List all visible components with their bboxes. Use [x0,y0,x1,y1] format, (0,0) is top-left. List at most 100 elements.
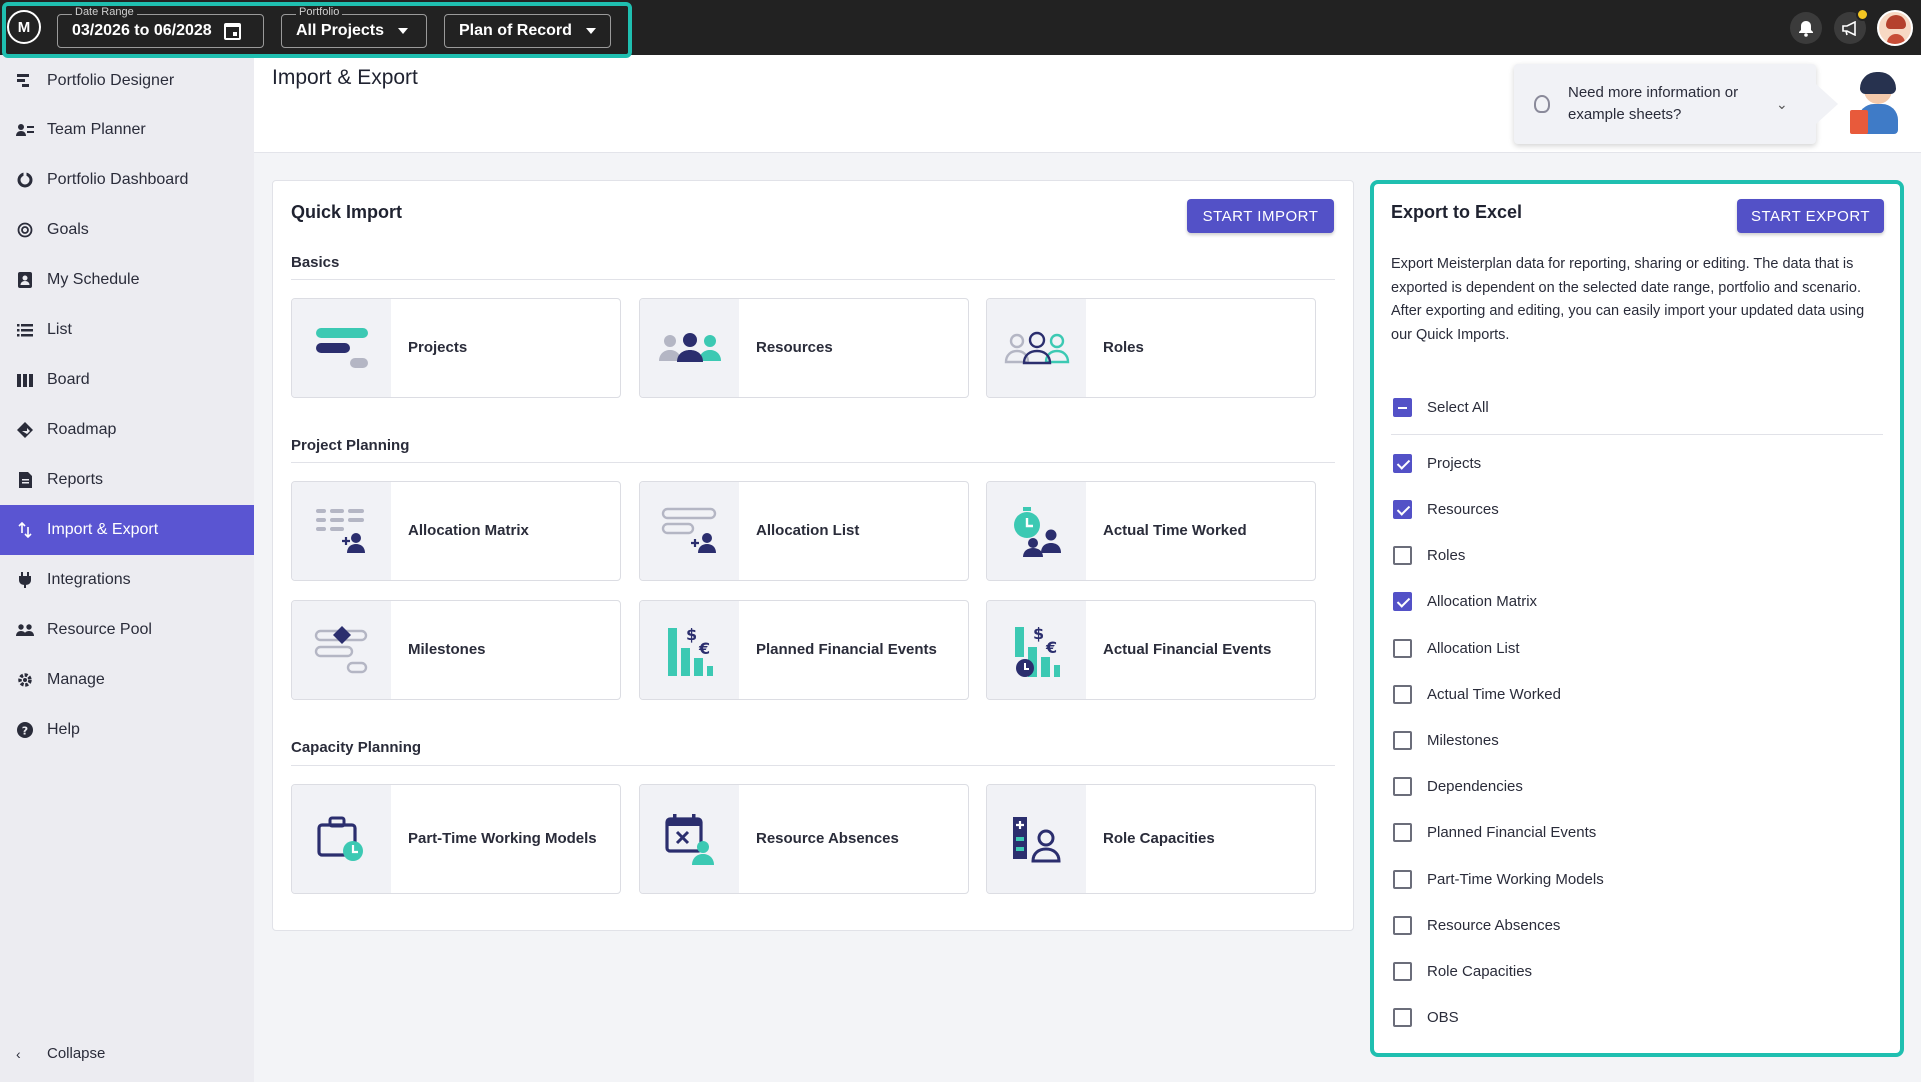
integrations-icon [16,571,34,589]
start-export-button[interactable]: START EXPORT [1737,199,1884,233]
checkbox[interactable] [1393,1007,1412,1027]
export-option-allocation-list[interactable]: Allocation List [1393,636,1520,660]
sidebar-item-manage[interactable]: Manage [0,655,254,705]
checkbox[interactable] [1393,684,1412,704]
sidebar: Portfolio Designer Team Planner Portfoli… [0,55,254,1082]
svg-text:€: € [1045,638,1057,657]
section-label-capacity-planning: Capacity Planning [291,739,422,756]
checkbox[interactable] [1393,961,1412,981]
chevron-down-icon[interactable]: ⌄ [1776,96,1788,113]
tile-label: Actual Financial Events [1103,641,1272,658]
svg-text:€: € [698,639,710,658]
sidebar-item-list[interactable]: List [0,305,254,355]
sidebar-item-label: Goals [47,221,89,238]
bell-icon[interactable] [1790,12,1822,44]
collapse-button[interactable]: ‹ Collapse [16,1045,105,1062]
export-option-actual-time-worked[interactable]: Actual Time Worked [1393,682,1561,706]
divider [1391,434,1883,435]
sidebar-item-goals[interactable]: Goals [0,205,254,255]
sidebar-item-resource-pool[interactable]: Resource Pool [0,605,254,655]
tile-label: Projects [408,339,468,356]
roles-icon [987,299,1086,397]
lightbulb-icon [1534,95,1550,113]
select-all-checkbox[interactable]: Select All [1393,395,1489,419]
svg-text:$: $ [1033,624,1044,643]
tile-allocation-matrix[interactable]: Allocation Matrix [291,481,621,581]
checkbox[interactable] [1393,499,1412,519]
tile-milestones[interactable]: Milestones [291,600,621,700]
sidebar-item-label: Team Planner [47,121,146,138]
sidebar-item-label: Portfolio Designer [47,72,175,89]
sidebar-item-help[interactable]: ? Help [0,705,254,755]
export-option-milestones[interactable]: Milestones [1393,728,1499,752]
export-option-resources[interactable]: Resources [1393,497,1499,521]
export-option-obs[interactable]: OBS [1393,1005,1459,1029]
tile-role-capacities[interactable]: Role Capacities [986,784,1316,894]
export-option-label: Dependencies [1427,777,1523,795]
checkbox[interactable] [1393,638,1412,658]
divider [291,279,1335,280]
roadmap-icon [16,421,34,439]
notification-dot [1856,8,1869,21]
start-import-button[interactable]: START IMPORT [1187,199,1334,233]
svg-text:?: ? [22,725,28,738]
export-option-label: Allocation List [1427,639,1520,657]
user-avatar[interactable] [1877,10,1913,46]
sidebar-item-my-schedule[interactable]: My Schedule [0,255,254,305]
sidebar-item-roadmap[interactable]: Roadmap [0,405,254,455]
sidebar-item-integrations[interactable]: Integrations [0,555,254,605]
quick-import-title: Quick Import [291,202,403,222]
export-title: Export to Excel [1391,202,1523,222]
export-option-role-capacities[interactable]: Role Capacities [1393,959,1532,983]
sidebar-item-board[interactable]: Board [0,355,254,405]
tile-actual-time-worked[interactable]: Actual Time Worked [986,481,1316,581]
sidebar-item-reports[interactable]: Reports [0,455,254,505]
indeterminate-checkbox-icon[interactable] [1393,397,1412,417]
export-option-label: Projects [1427,454,1482,472]
export-option-label: OBS [1427,1008,1459,1026]
actual-time-worked-icon [987,482,1086,580]
sidebar-item-portfolio-dashboard[interactable]: Portfolio Dashboard [0,155,254,205]
checkbox[interactable] [1393,545,1412,565]
help-icon: ? [16,721,34,739]
checkbox[interactable] [1393,730,1412,750]
checkbox[interactable] [1393,822,1412,842]
sidebar-item-import-export[interactable]: Import & Export [0,505,254,555]
checkbox[interactable] [1393,453,1412,473]
resources-icon [640,299,739,397]
export-option-planned-financial-events[interactable]: Planned Financial Events [1393,820,1596,844]
checkbox[interactable] [1393,591,1412,611]
sidebar-item-portfolio-designer[interactable]: Portfolio Designer [0,56,254,106]
checkbox[interactable] [1393,915,1412,935]
help-info-card[interactable]: Need more information or example sheets?… [1514,64,1838,144]
sidebar-item-team-planner[interactable]: Team Planner [0,105,254,155]
tile-resources[interactable]: Resources [639,298,969,398]
tile-allocation-list[interactable]: Allocation List [639,481,969,581]
resource-pool-icon [16,621,34,639]
export-option-resource-absences[interactable]: Resource Absences [1393,913,1560,937]
chevron-left-icon: ‹ [16,1045,21,1062]
collapse-label: Collapse [47,1045,106,1062]
tile-projects[interactable]: Projects [291,298,621,398]
board-icon [16,371,34,389]
sidebar-item-label: Board [47,371,90,388]
export-option-dependencies[interactable]: Dependencies [1393,774,1523,798]
import-export-icon [16,521,34,539]
tile-actual-financial-events[interactable]: $ € Actual Financial Events [986,600,1316,700]
export-option-part-time-working-models[interactable]: Part-Time Working Models [1393,867,1604,891]
tile-resource-absences[interactable]: Resource Absences [639,784,969,894]
tile-roles[interactable]: Roles [986,298,1316,398]
sidebar-item-label: List [47,321,72,338]
checkbox[interactable] [1393,869,1412,889]
sidebar-item-label: Resource Pool [47,621,152,638]
sidebar-item-label: Portfolio Dashboard [47,171,189,188]
export-option-projects[interactable]: Projects [1393,451,1481,475]
checkbox[interactable] [1393,776,1412,796]
tile-part-time-working-models[interactable]: Part-Time Working Models [291,784,621,894]
tile-label: Roles [1103,339,1144,356]
export-description-1: Export Meisterplan data for reporting, s… [1391,256,1861,296]
export-option-roles[interactable]: Roles [1393,543,1465,567]
tile-planned-financial-events[interactable]: $ € Planned Financial Events [639,600,969,700]
export-option-allocation-matrix[interactable]: Allocation Matrix [1393,589,1537,613]
sidebar-item-label: Reports [47,471,104,488]
